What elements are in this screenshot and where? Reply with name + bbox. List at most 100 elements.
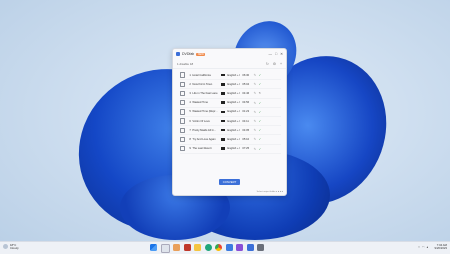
store-app-icon[interactable] [225, 244, 233, 251]
visual-studio-icon[interactable] [236, 244, 243, 251]
status-icon: ✓ [258, 137, 262, 142]
track-duration: 06:30 [242, 73, 250, 77]
clock[interactable]: 7:04 AM 9/26/2023 [434, 243, 447, 251]
minimize-button[interactable]: — [268, 52, 272, 56]
format-icon [221, 138, 226, 141]
volume-icon[interactable]: ◂ [426, 245, 428, 249]
add-icon[interactable]: + [280, 62, 282, 66]
track-checkbox[interactable] [180, 145, 186, 152]
track-row[interactable]: 3 Life in The Fast Lane English + Inst..… [180, 89, 281, 99]
status-icon: ✓ [258, 100, 262, 105]
file-explorer-icon[interactable] [194, 244, 201, 251]
format-icon [221, 147, 226, 150]
status-icon: ✓ [258, 109, 262, 114]
close-button[interactable]: ✕ [280, 52, 283, 56]
track-title: Wasted Time (Repr... [192, 110, 218, 114]
app-title: DVDfab [182, 52, 195, 56]
format-icon [221, 119, 226, 123]
track-duration: 04:05 [242, 128, 250, 132]
status-icon: ✓ [258, 128, 262, 133]
track-list: 1 Hotel California English + Inst... 06:… [173, 69, 286, 154]
track-row[interactable]: 6 Victim Of Love English + Inst... 04:11… [180, 117, 281, 127]
track-title: New Kid in Town [192, 82, 213, 86]
wifi-icon[interactable]: ◠ [422, 245, 425, 249]
track-language[interactable]: English + Inst... [227, 147, 240, 150]
track-row[interactable]: 4 Wasted Time English + Inst... 04:56 ✎ … [180, 99, 281, 108]
start-icon[interactable] [150, 244, 157, 251]
refresh-icon[interactable]: ↻ [266, 62, 269, 66]
convert-button[interactable]: CONVERT [219, 179, 240, 185]
track-duration: 04:11 [242, 119, 249, 123]
contacts-app-icon[interactable] [173, 244, 180, 251]
selection-summary: 1 disable 18 [177, 61, 194, 66]
track-language[interactable]: English + Inst... [227, 138, 240, 141]
track-language[interactable]: English + Inst... [227, 110, 240, 113]
track-duration: 05:10 [242, 137, 250, 141]
media-app-icon[interactable] [183, 244, 191, 251]
track-checkbox[interactable] [180, 127, 186, 133]
format-icon [221, 83, 226, 86]
track-checkbox[interactable] [180, 72, 186, 78]
track-row[interactable]: 8 Try And Love Again English + Inst... 0… [180, 135, 281, 145]
track-title: Hotel California [192, 73, 211, 77]
app-window: DVDfab NEW — □ ✕ 1 disable 18 ↻ ⚙ + 1 Ho… [172, 48, 287, 196]
track-title: Life in The Fast Lane [192, 91, 218, 95]
track-title: Try And Love Again [192, 137, 216, 141]
track-title: Victim Of Love [192, 119, 210, 123]
format-icon [221, 110, 226, 114]
maximize-button[interactable]: □ [275, 52, 277, 56]
track-title: Pretty Maids All In... [192, 128, 217, 132]
track-row[interactable]: 2 New Kid in Town English + Inst... 05:0… [180, 80, 281, 90]
status-icon: ✓ [258, 82, 262, 87]
status-icon: ✓ [258, 119, 262, 124]
track-checkbox[interactable] [180, 81, 186, 87]
format-icon [221, 92, 226, 95]
toolbar: 1 disable 18 ↻ ⚙ + [173, 59, 286, 69]
track-title: The Last Resort [192, 147, 212, 151]
track-language[interactable]: English + Inst... [227, 120, 240, 123]
track-checkbox[interactable] [180, 99, 186, 106]
dvdfab-app-icon[interactable] [246, 244, 254, 251]
status-icon: ✓ [258, 73, 262, 78]
format-icon [221, 101, 226, 104]
status-icon: ✓ [258, 146, 262, 151]
track-language[interactable]: English + Inst... [227, 92, 240, 95]
weather-widget[interactable]: 18°C Cloudy [3, 243, 19, 251]
track-checkbox[interactable] [180, 109, 186, 115]
track-title: Wasted Time [192, 101, 208, 105]
search-icon[interactable] [160, 244, 170, 253]
status-icon: ↻ [258, 91, 262, 96]
system-tray[interactable]: ˄ ◠ ◂ [418, 245, 428, 249]
track-duration: 05:04 [242, 82, 250, 86]
format-icon [221, 73, 226, 77]
track-duration: 04:56 [242, 101, 250, 105]
edge-browser-icon[interactable] [204, 244, 212, 251]
track-duration: 07:25 [242, 147, 250, 151]
track-language[interactable]: English + Inst... [227, 74, 240, 77]
title-bar: DVDfab NEW — □ ✕ [173, 49, 286, 59]
format-icon [221, 128, 226, 132]
output-footer[interactable]: Select output folder ▸ ● ● ● [257, 190, 283, 193]
track-language[interactable]: English + Inst... [227, 83, 240, 86]
track-duration: 01:23 [242, 110, 250, 114]
track-checkbox[interactable] [180, 136, 186, 143]
chrome-browser-icon[interactable] [215, 244, 222, 251]
settings-icon[interactable]: ⚙ [273, 62, 276, 66]
new-badge: NEW [196, 52, 206, 56]
track-row[interactable]: 7 Pretty Maids All In... English + Inst.… [180, 126, 281, 136]
track-row[interactable]: 1 Hotel California English + Inst... 06:… [180, 71, 281, 81]
track-language[interactable]: English + Inst... [227, 129, 240, 132]
track-row[interactable]: 9 The Last Resort English + Inst... 07:2… [180, 145, 281, 154]
weather-desc: Cloudy [10, 245, 19, 250]
track-language[interactable]: English + Inst... [227, 101, 240, 104]
chevron-up-icon[interactable]: ˄ [418, 245, 420, 249]
track-checkbox[interactable] [180, 118, 186, 124]
app-icon[interactable] [257, 244, 264, 251]
track-duration: 04:46 [242, 91, 250, 95]
track-checkbox[interactable] [180, 90, 186, 97]
track-row[interactable]: 5 Wasted Time (Repr... English + Inst...… [180, 108, 281, 117]
app-logo-icon [176, 52, 180, 56]
cloud-icon [3, 244, 8, 250]
taskbar: 18°C Cloudy ˄ ◠ ◂ 7:04 AM 9/26/2023 [0, 241, 450, 254]
clock-date: 9/26/2023 [434, 245, 447, 250]
